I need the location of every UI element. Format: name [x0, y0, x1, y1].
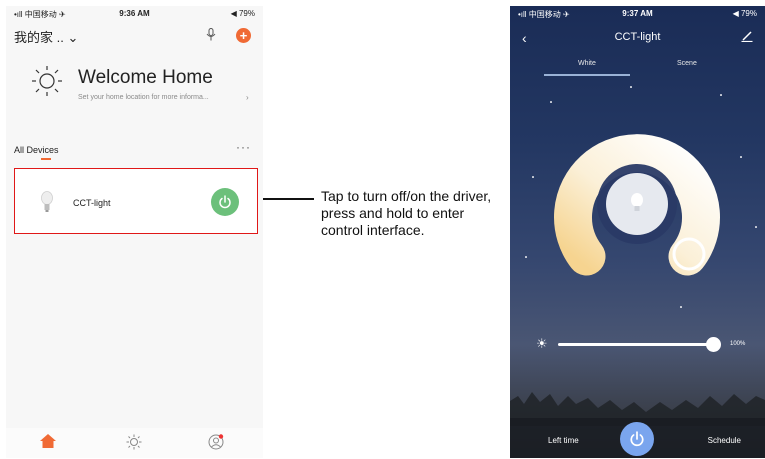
bottom-bar: Left time Schedule: [510, 418, 765, 458]
home-selector[interactable]: 我的家 .. ⌄: [14, 27, 78, 46]
annotation-text: Tap to turn off/on the driver, press and…: [321, 188, 492, 238]
tab-indicator: [41, 158, 51, 160]
device-card-cct-light[interactable]: CCT-light: [14, 168, 258, 234]
battery-indicator: ◀ 79%: [732, 9, 757, 18]
sun-icon: [32, 66, 62, 96]
brightness-slider[interactable]: ☀ 100%: [536, 336, 758, 352]
slider-thumb[interactable]: [706, 337, 721, 352]
background-trees: [510, 392, 765, 426]
slider-track[interactable]: [558, 343, 713, 346]
smart-sun-icon: [126, 434, 142, 450]
device-power-button[interactable]: [211, 188, 239, 216]
welcome-heading: Welcome Home: [78, 67, 213, 88]
annotation-line: [263, 198, 314, 200]
home-screen: •ıll 中国移动 ✈ 9:36 AM ◀ 79% 我的家 .. ⌄ + Wel…: [6, 6, 263, 458]
status-time: 9:36 AM: [119, 9, 150, 18]
power-icon: [219, 195, 231, 209]
brightness-value: 100%: [730, 341, 746, 347]
microphone-icon[interactable]: [206, 28, 216, 44]
color-temperature-dial[interactable]: [510, 96, 765, 306]
schedule-button[interactable]: Schedule: [708, 436, 741, 445]
bottom-nav: [6, 428, 263, 458]
nav-home[interactable]: [28, 434, 68, 448]
page-title: CCT-light: [614, 31, 661, 43]
status-time: 9:37 AM: [622, 9, 653, 18]
nav-me[interactable]: [196, 434, 236, 450]
power-button[interactable]: [620, 422, 654, 456]
more-options-icon[interactable]: ···: [236, 140, 251, 154]
tab-all-devices[interactable]: All Devices: [14, 145, 59, 155]
status-bar: •ıll 中国移动 ✈ 9:37 AM ◀ 79%: [510, 6, 765, 22]
location-hint[interactable]: Set your home location for more informa.…: [78, 94, 209, 101]
control-screen: •ıll 中国移动 ✈ 9:37 AM ◀ 79% ‹ CCT-light Wh…: [510, 6, 765, 458]
home-icon: [40, 434, 56, 448]
battery-indicator: ◀ 79%: [230, 9, 255, 18]
left-time-button[interactable]: Left time: [548, 436, 579, 445]
device-name: CCT-light: [73, 198, 111, 208]
power-icon: [630, 431, 644, 447]
nav-smart[interactable]: [114, 434, 154, 450]
tab-indicator: [544, 74, 630, 76]
tab-scene[interactable]: Scene: [677, 60, 697, 67]
add-device-button[interactable]: +: [236, 28, 251, 43]
status-bar: •ıll 中国移动 ✈ 9:36 AM ◀ 79%: [6, 6, 263, 22]
mode-tabs: White Scene: [540, 58, 740, 76]
bulb-icon: [41, 191, 53, 212]
chevron-right-icon[interactable]: ›: [246, 93, 249, 102]
profile-icon: [208, 434, 224, 450]
edit-icon[interactable]: [741, 30, 753, 42]
brightness-icon: ☀: [536, 336, 548, 351]
tab-white[interactable]: White: [578, 60, 596, 67]
